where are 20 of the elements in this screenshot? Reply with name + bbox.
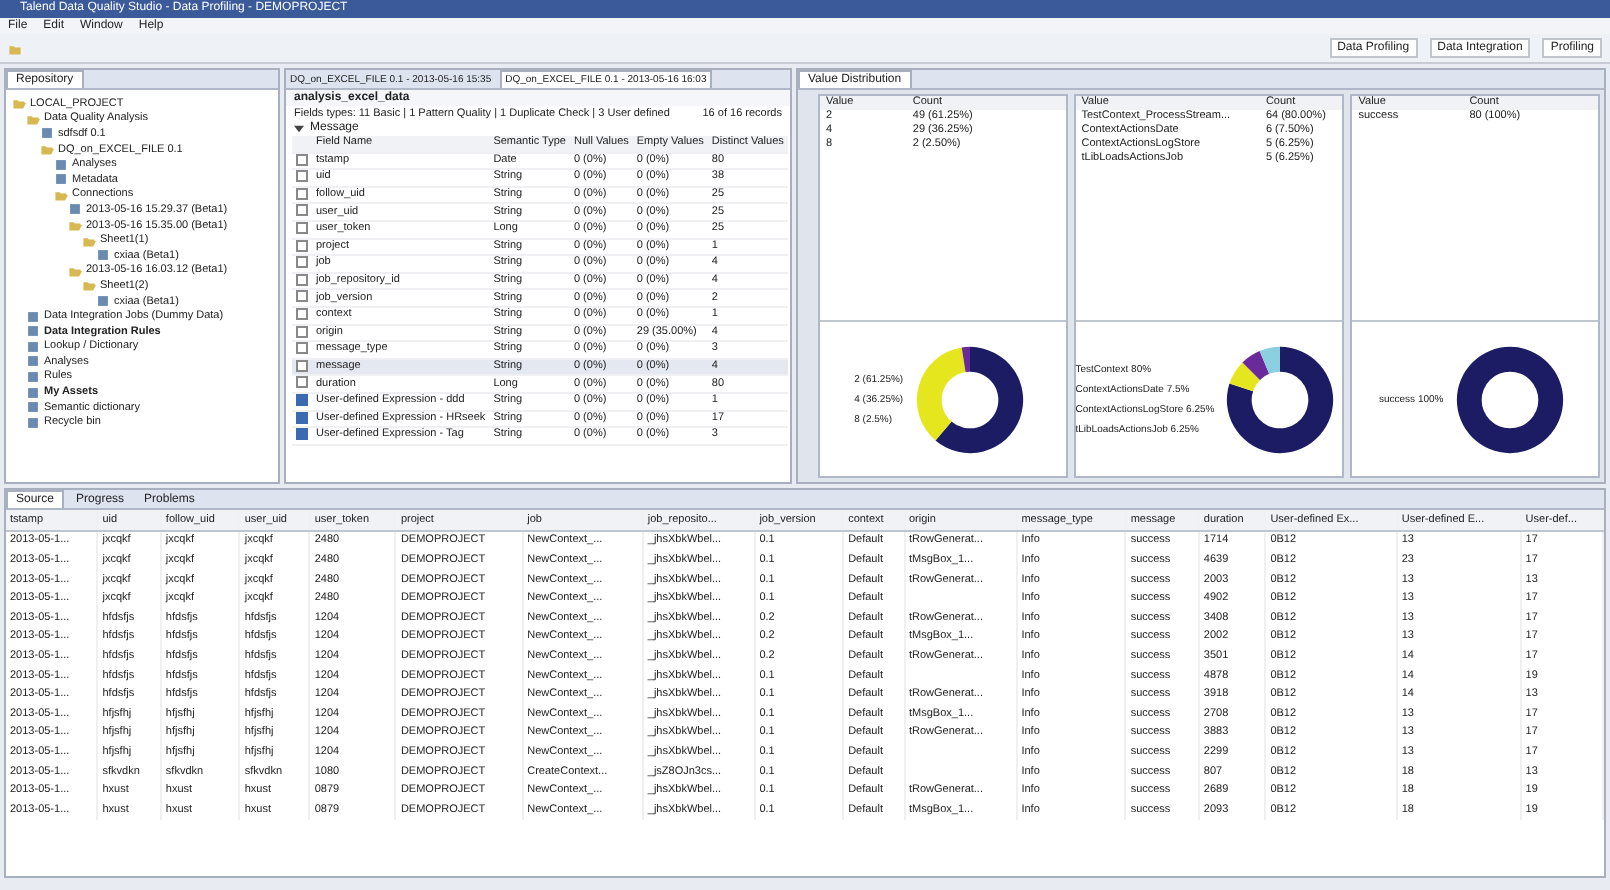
folder-icon[interactable] bbox=[68, 218, 82, 233]
checkbox[interactable] bbox=[296, 342, 308, 355]
checkbox[interactable] bbox=[296, 290, 308, 303]
folder-icon[interactable] bbox=[12, 96, 26, 111]
item-icon bbox=[96, 248, 110, 263]
item-icon bbox=[40, 126, 54, 141]
checkbox[interactable] bbox=[296, 204, 308, 217]
checkbox[interactable] bbox=[296, 256, 308, 269]
checkbox[interactable] bbox=[296, 428, 308, 441]
folder-icon[interactable] bbox=[54, 187, 68, 202]
checkbox[interactable] bbox=[296, 376, 308, 389]
folder-icon[interactable] bbox=[26, 111, 40, 126]
folder-icon[interactable] bbox=[68, 263, 82, 278]
folder-icon[interactable] bbox=[40, 142, 54, 157]
folder-icon[interactable] bbox=[82, 278, 96, 293]
checkbox[interactable] bbox=[296, 222, 308, 235]
folder-icon[interactable] bbox=[82, 233, 96, 248]
checkbox[interactable] bbox=[296, 308, 308, 320]
item-icon bbox=[96, 294, 110, 309]
checkbox[interactable] bbox=[296, 170, 308, 183]
